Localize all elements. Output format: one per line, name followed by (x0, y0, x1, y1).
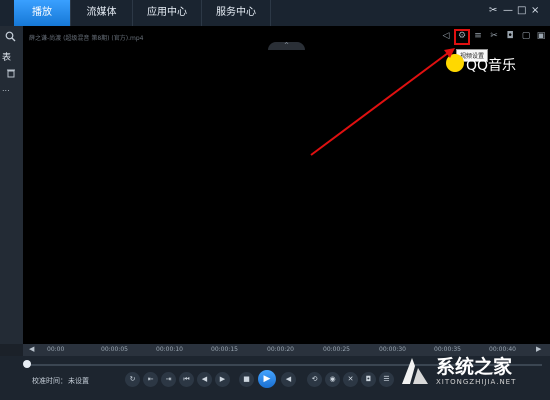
timeline-tick: 00:00:05 (101, 346, 128, 353)
timeline-tick: 00:00:10 (156, 346, 183, 353)
close-button[interactable]: × (531, 5, 539, 16)
timeline-tick: 00:00:20 (267, 346, 294, 353)
timeline-tick: 00:00 (47, 346, 65, 353)
timeline-tick: 00:00:15 (211, 346, 238, 353)
top-bar: 播放 流媒体 应用中心 服务中心 ✂ — □ × (0, 0, 550, 27)
screenshot-icon[interactable]: ◘ (504, 30, 516, 42)
sidebar: 表 ... (0, 26, 24, 344)
trash-icon[interactable] (6, 68, 16, 78)
watermark-url: XITONGZHIJIA.NET (436, 378, 517, 386)
brand-text: QQ音乐 (466, 58, 517, 74)
stop-icon[interactable]: ■ (239, 372, 254, 387)
play-button[interactable]: ▶ (258, 370, 276, 388)
video-filename: 薛之谦-尚渡 (超级混音 第8期) (官方).mp4 (29, 35, 144, 42)
loop-icon[interactable]: ↻ (125, 372, 140, 387)
previous-icon[interactable]: ⏮ (179, 372, 194, 387)
history-icon[interactable]: ⟲ (307, 372, 322, 387)
tab-service-center[interactable]: 服务中心 (202, 0, 270, 26)
rewind-icon[interactable]: ◀ (197, 372, 212, 387)
search-icon[interactable] (5, 31, 16, 42)
more-icon[interactable]: ... (2, 84, 10, 93)
camera-icon[interactable]: ◉ (325, 372, 340, 387)
timeline-tick: 00:00:25 (323, 346, 350, 353)
skin-icon[interactable]: ✂ (489, 5, 497, 16)
seek-handle[interactable] (23, 360, 31, 368)
scissors-icon[interactable]: ✂ (488, 30, 500, 42)
fullscreen-icon[interactable]: ▣ (535, 30, 547, 42)
frame-forward-icon[interactable]: ⇥ (161, 372, 176, 387)
playlist-label: 表 (2, 53, 12, 63)
watermark-logo-icon (402, 358, 428, 384)
tab-separator (270, 0, 271, 26)
frame-back-icon[interactable]: ⇤ (143, 372, 158, 387)
window-icon[interactable]: ▢ (520, 30, 532, 42)
tab-play[interactable]: 播放 (14, 0, 70, 26)
scissors-icon[interactable]: ✕ (343, 372, 358, 387)
video-area[interactable]: 薛之谦-尚渡 (超级混音 第8期) (官方).mp4 ^ ◁ ⚙ ≡ ✂ ◘ ▢… (23, 26, 550, 344)
tab-streaming[interactable]: 流媒体 (71, 0, 132, 26)
calibration-label: 校准时间： (32, 377, 67, 385)
watermark: 系统之家 XITONGZHIJIA.NET (398, 348, 548, 394)
volume-icon[interactable]: ◁ (440, 30, 452, 42)
calibration-value: 未设置 (68, 377, 89, 385)
timeline-left-icon[interactable]: ◀ (29, 345, 34, 353)
tab-app-center[interactable]: 应用中心 (133, 0, 201, 26)
record-icon[interactable]: ◘ (361, 372, 376, 387)
subtitle-icon[interactable]: ≡ (472, 30, 484, 42)
forward-icon[interactable]: ▶ (215, 372, 230, 387)
next-icon[interactable]: ◀ (281, 372, 296, 387)
list-icon[interactable]: ☰ (379, 372, 394, 387)
settings-highlight (454, 29, 470, 45)
maximize-button[interactable]: □ (517, 5, 526, 16)
watermark-title: 系统之家 (436, 356, 513, 378)
qq-music-icon (446, 54, 464, 72)
collapse-toggle[interactable]: ^ (268, 42, 305, 50)
minimize-button[interactable]: — (503, 5, 513, 16)
